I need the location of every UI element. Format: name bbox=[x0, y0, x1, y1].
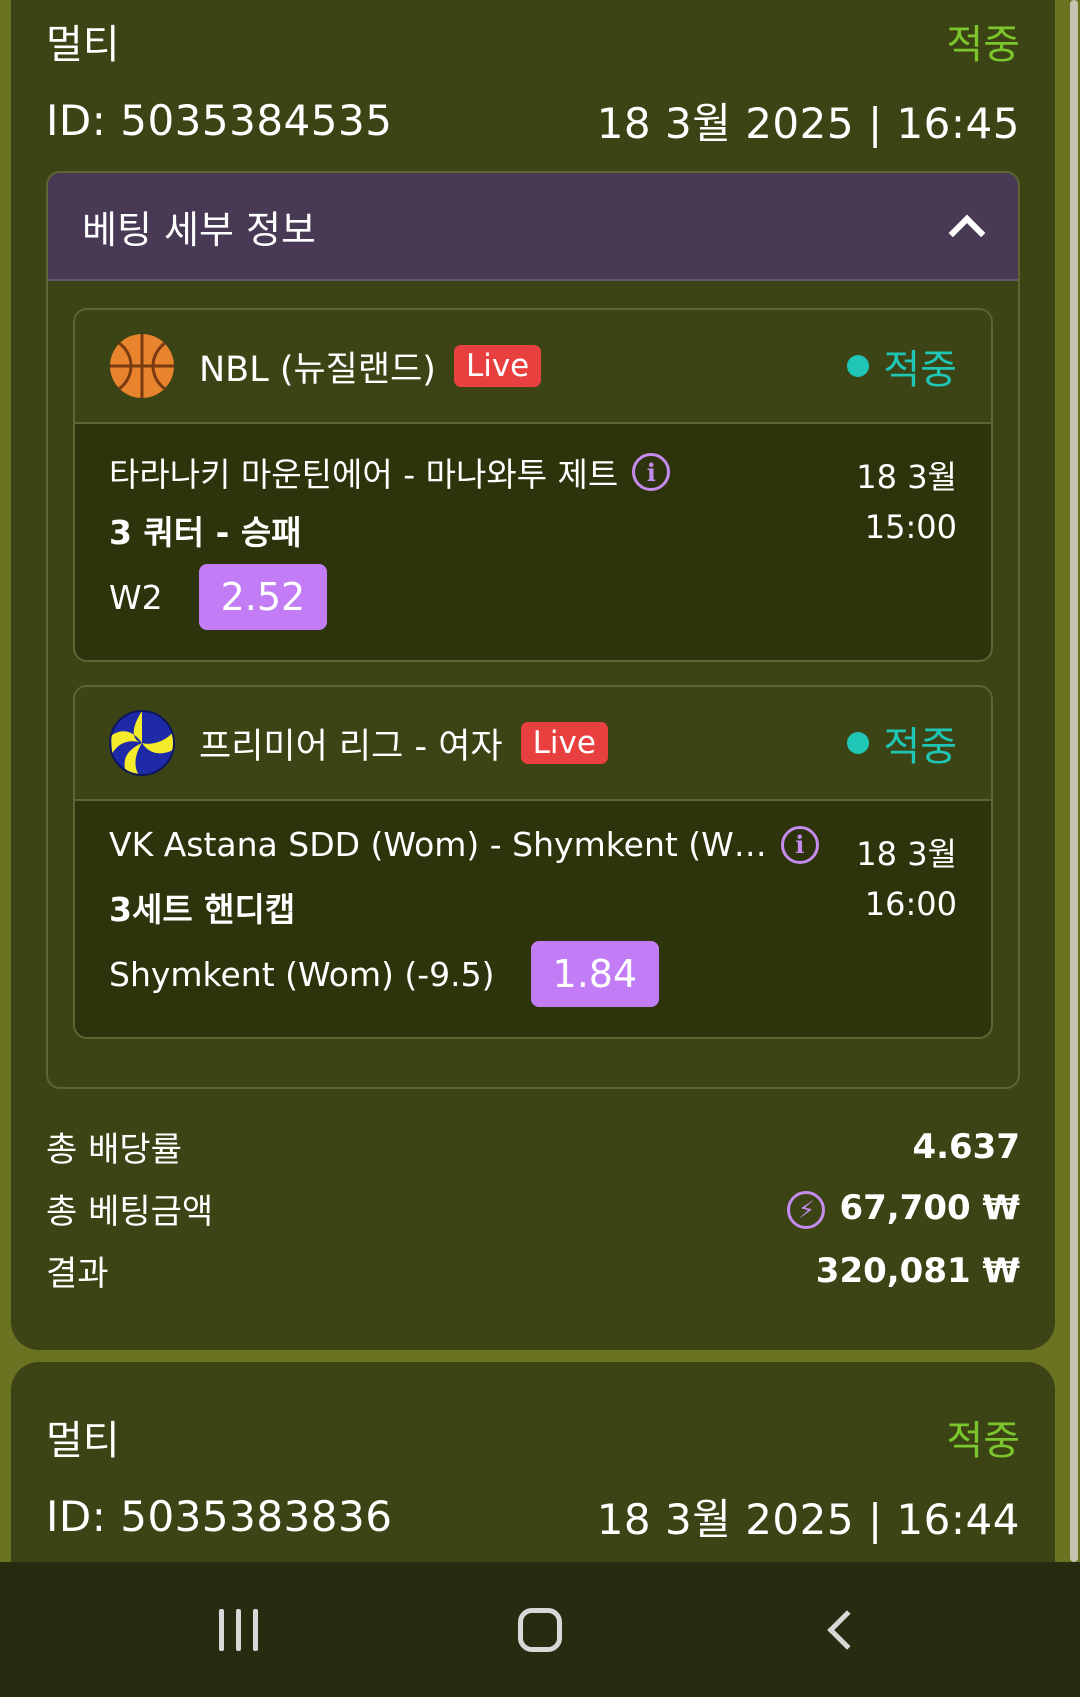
league-name: NBL (뉴질랜드) bbox=[199, 349, 436, 390]
league-name: 프리미어 리그 - 여자 bbox=[199, 726, 503, 767]
event-time: 16:00 bbox=[864, 885, 957, 923]
event-header: 프리미어 리그 - 여자 Live 적중 bbox=[75, 687, 991, 801]
bet-datetime: 18 3월 2025 | 16:44 bbox=[596, 1495, 1020, 1544]
status-dot-icon bbox=[847, 355, 870, 377]
event-status: 적중 bbox=[847, 310, 957, 422]
total-odds-row: 총 배당률 4.637 bbox=[46, 1122, 1020, 1171]
total-stake-amount: 67,700 ₩ bbox=[839, 1188, 1020, 1229]
selection-name: Shymkent (Wom) (-9.5) bbox=[109, 954, 495, 994]
event-card: 프리미어 리그 - 여자 Live 적중 VK Astana SDD (Wom)… bbox=[73, 685, 993, 1039]
odds-badge: 1.84 bbox=[530, 941, 660, 1007]
recent-apps-icon bbox=[218, 1608, 258, 1651]
bet-details-toggle[interactable]: 베팅 세부 정보 bbox=[48, 173, 1018, 281]
selection-row: W2 2.52 bbox=[109, 564, 328, 630]
system-navigation-bar bbox=[0, 1562, 1080, 1697]
selection-name: W2 bbox=[109, 577, 163, 617]
event-status-label: 적중 bbox=[883, 347, 957, 393]
bet-details-title: 베팅 세부 정보 bbox=[82, 207, 316, 252]
result-label: 결과 bbox=[46, 1254, 109, 1294]
info-icon[interactable]: i bbox=[632, 453, 671, 491]
selection-row: Shymkent (Wom) (-9.5) 1.84 bbox=[109, 941, 660, 1007]
total-odds-value: 4.637 bbox=[912, 1126, 1020, 1167]
match-name: 타라나키 마운틴에어 - 마나와투 제트 i bbox=[109, 448, 671, 496]
recent-apps-button[interactable] bbox=[168, 1562, 308, 1697]
chevron-up-icon[interactable] bbox=[946, 206, 986, 246]
event-date: 18 3월 bbox=[856, 458, 957, 496]
market-name: 3세트 핸디캡 bbox=[109, 890, 296, 929]
total-odds-label: 총 배당률 bbox=[46, 1130, 182, 1170]
event-time: 15:00 bbox=[864, 508, 957, 546]
bet-id-row: ID: 5035384535 18 3월 2025 | 16:45 bbox=[46, 90, 1020, 151]
basketball-icon bbox=[110, 334, 174, 398]
result-row: 결과 320,081 ₩ bbox=[46, 1246, 1020, 1295]
live-badge: Live bbox=[453, 345, 542, 387]
home-icon bbox=[518, 1607, 562, 1652]
bet-header-row: 멀티 적중 bbox=[46, 12, 1020, 70]
event-body: 타라나키 마운틴에어 - 마나와투 제트 i 3 쿼터 - 승패 18 3월 1… bbox=[75, 424, 991, 660]
result-value: 320,081 ₩ bbox=[815, 1250, 1020, 1291]
bet-id: ID: 5035384535 bbox=[46, 96, 393, 145]
bet-id: ID: 5035383836 bbox=[46, 1492, 393, 1541]
info-icon[interactable]: i bbox=[780, 825, 819, 864]
event-status: 적중 bbox=[847, 687, 957, 799]
status-dot-icon bbox=[847, 732, 870, 754]
bet-details-panel: 베팅 세부 정보 NBL (뉴질랜드) Live 적중 타라나키 마운틴에어 -… bbox=[46, 171, 1020, 1089]
total-stake-row: 총 베팅금액 ⚡ 67,700 ₩ bbox=[46, 1184, 1020, 1233]
bet-card[interactable]: 멀티 적중 ID: 5035384535 18 3월 2025 | 16:45 … bbox=[11, 0, 1055, 1350]
odds-badge: 2.52 bbox=[198, 564, 328, 630]
back-button[interactable] bbox=[772, 1562, 912, 1697]
total-stake-value: ⚡ 67,700 ₩ bbox=[787, 1188, 1020, 1229]
volleyball-icon bbox=[109, 710, 175, 776]
lightning-icon: ⚡ bbox=[787, 1190, 826, 1229]
scrollbar-track[interactable] bbox=[1068, 0, 1080, 1562]
event-body: VK Astana SDD (Wom) - Shymkent (W… i 3세트… bbox=[75, 801, 991, 1037]
event-status-label: 적중 bbox=[883, 724, 957, 770]
match-label: VK Astana SDD (Wom) - Shymkent (W… bbox=[109, 825, 767, 864]
event-date: 18 3월 bbox=[856, 835, 957, 873]
market-name: 3 쿼터 - 승패 bbox=[109, 513, 302, 552]
scrollbar-thumb[interactable] bbox=[1070, 0, 1078, 1562]
match-name: VK Astana SDD (Wom) - Shymkent (W… i bbox=[109, 825, 819, 864]
bet-header-row: 멀티 적중 bbox=[46, 1408, 1020, 1466]
back-arrow-icon bbox=[827, 1609, 867, 1650]
bet-type-label: 멀티 bbox=[46, 22, 120, 68]
event-header: NBL (뉴질랜드) Live 적중 bbox=[75, 310, 991, 424]
bet-status: 적중 bbox=[946, 22, 1020, 68]
bet-id-row: ID: 5035383836 18 3월 2025 | 16:44 bbox=[46, 1486, 1020, 1547]
event-card: NBL (뉴질랜드) Live 적중 타라나키 마운틴에어 - 마나와투 제트 … bbox=[73, 308, 993, 662]
home-button[interactable] bbox=[470, 1562, 610, 1697]
match-label: 타라나키 마운틴에어 - 마나와투 제트 bbox=[109, 455, 619, 494]
total-stake-label: 총 베팅금액 bbox=[46, 1192, 214, 1232]
bet-type-label: 멀티 bbox=[46, 1418, 120, 1464]
live-badge: Live bbox=[520, 722, 608, 764]
bet-datetime: 18 3월 2025 | 16:45 bbox=[596, 99, 1020, 148]
bet-status: 적중 bbox=[946, 1418, 1020, 1464]
